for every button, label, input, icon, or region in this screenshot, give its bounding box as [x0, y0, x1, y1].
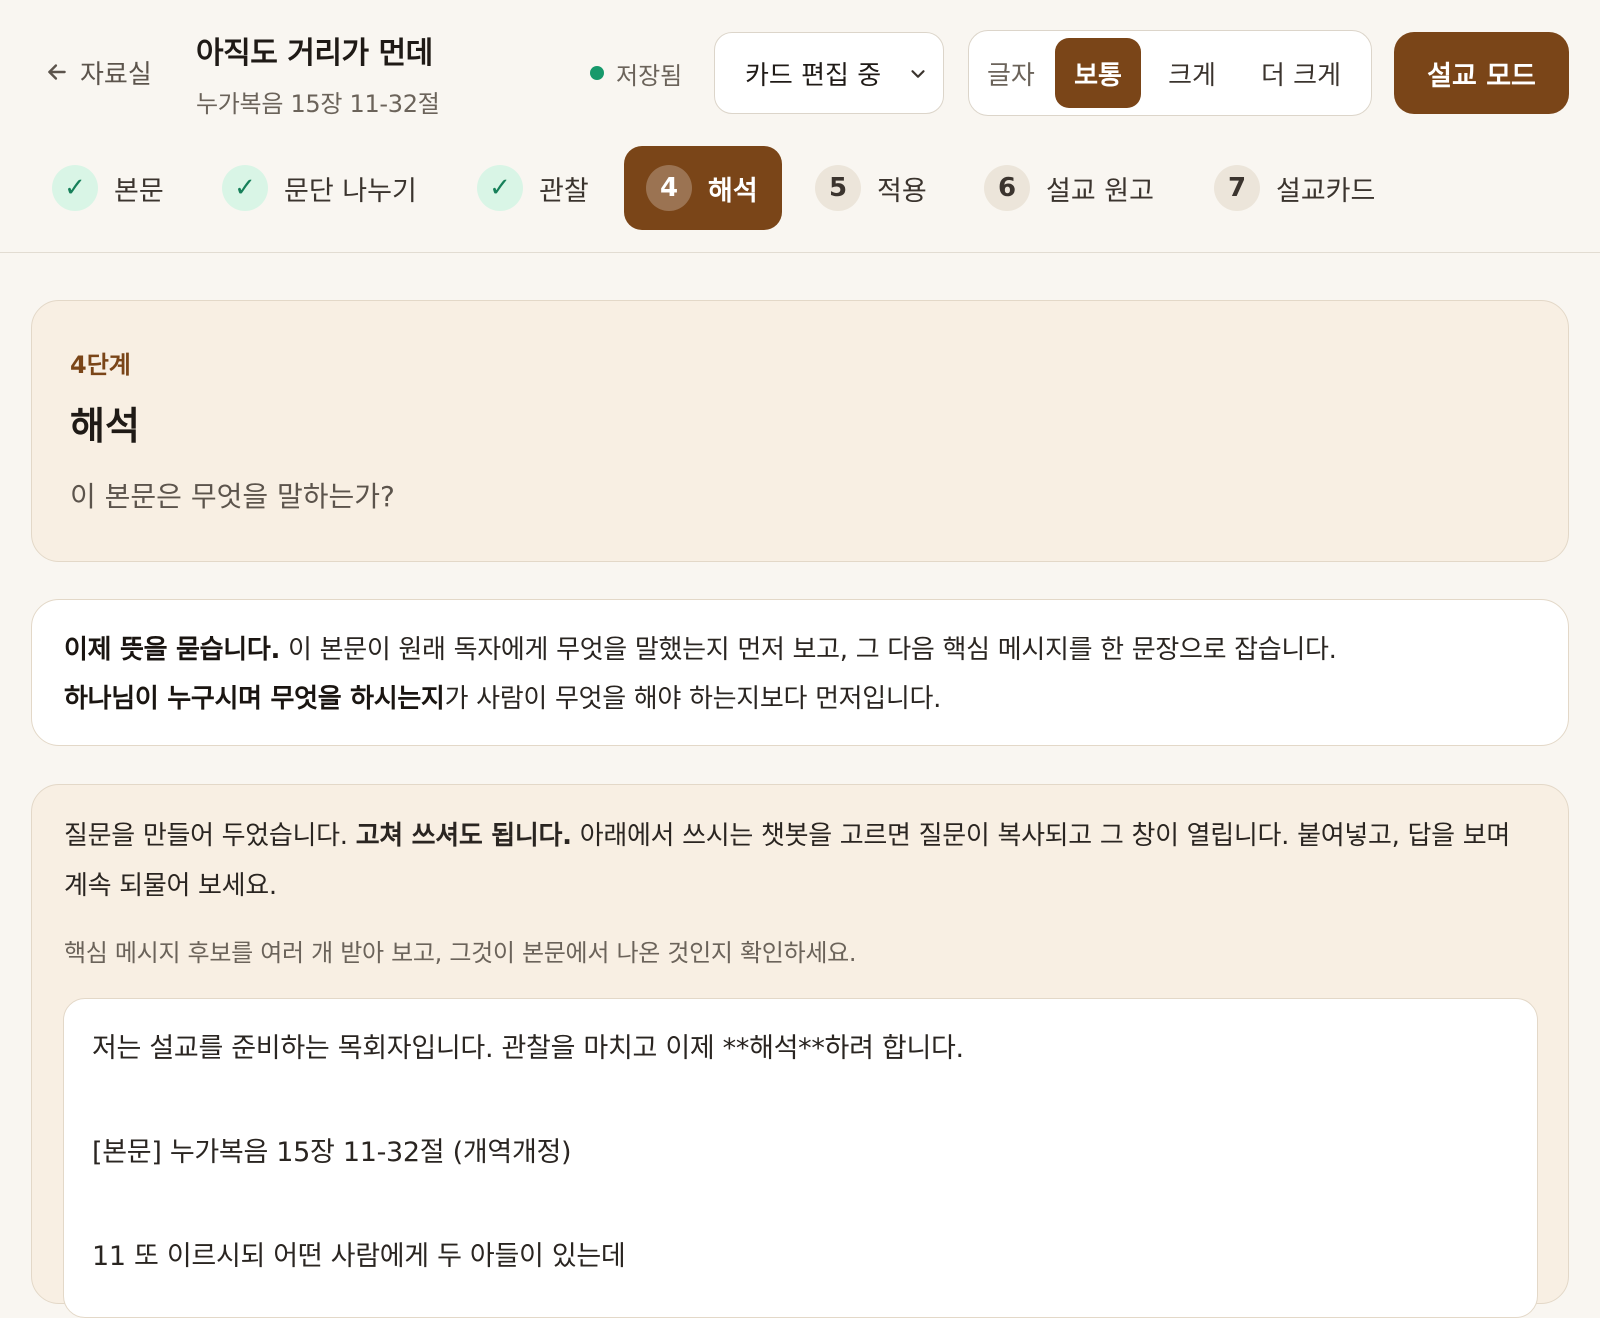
step-label: 해석	[708, 175, 758, 207]
saved-dot-icon	[590, 66, 604, 80]
page-title: 아직도 거리가 먼데	[196, 36, 433, 71]
step-label: 설교 원고	[1046, 175, 1154, 207]
prompt-card: 질문을 만들어 두었습니다. 고쳐 쓰셔도 됩니다. 아래에서 쓰시는 챗봇을 …	[31, 784, 1569, 1318]
scripture-reference: 누가복음 15장 11-32절	[196, 90, 440, 118]
check-icon: ✓	[222, 165, 268, 211]
prompt-hint: 핵심 메시지 후보를 여러 개 받아 보고, 그것이 본문에서 나온 것인지 확…	[64, 939, 857, 967]
font-size-large-button[interactable]: 크게	[1149, 38, 1235, 108]
prompt-bold-1: 고쳐 쓰셔도 됩니다.	[355, 821, 572, 851]
arrow-left-icon	[48, 64, 66, 80]
step-label: 관찰	[539, 175, 589, 207]
explanation-text-1: 이 본문이 원래 독자에게 무엇을 말했는지 먼저 보고, 그 다음 핵심 메시…	[280, 635, 1337, 665]
check-icon: ✓	[52, 165, 98, 211]
step-number: 4	[646, 165, 692, 211]
explanation-bold-2: 하나님이 누구시며 무엇을 하시는지	[64, 684, 445, 714]
back-label: 자료실	[80, 59, 152, 90]
font-size-normal-button[interactable]: 보통	[1055, 38, 1141, 108]
edit-mode-value: 카드 편집 중	[745, 60, 882, 91]
step-number: 6	[984, 165, 1030, 211]
explanation-card: 이제 뜻을 묻습니다. 이 본문이 원래 독자에게 무엇을 말했는지 먼저 보고…	[31, 599, 1569, 746]
step-sermon-manuscript[interactable]: 6 설교 원고	[984, 146, 1154, 230]
step-sermon-card[interactable]: 7 설교카드	[1214, 146, 1375, 230]
stage-question: 이 본문은 무엇을 말하는가?	[70, 480, 395, 513]
stage-intro-card: 4단계 해석 이 본문은 무엇을 말하는가?	[31, 300, 1569, 562]
explanation-text: 이제 뜻을 묻습니다. 이 본문이 원래 독자에게 무엇을 말했는지 먼저 보고…	[64, 626, 1536, 724]
back-to-library-link[interactable]: 자료실	[44, 52, 152, 92]
save-status: 저장됨	[590, 56, 682, 90]
document-title-block: 아직도 거리가 먼데 누가복음 15장 11-32절	[196, 28, 440, 119]
font-size-xlarge-button[interactable]: 더 크게	[1243, 38, 1359, 108]
step-application[interactable]: 5 적용	[815, 146, 927, 230]
stage-label: 4단계	[70, 351, 131, 379]
step-paragraph-division[interactable]: ✓ 문단 나누기	[222, 146, 417, 230]
prompt-text-1: 질문을 만들어 두었습니다.	[64, 821, 356, 851]
step-label: 본문	[114, 175, 164, 207]
stage-title: 해석	[70, 404, 140, 448]
step-navigation: ✓ 본문 ✓ 문단 나누기 ✓ 관찰 4 해석 5 적용 6 설교 원고 7 설…	[0, 146, 1600, 230]
font-size-label: 글자	[987, 61, 1035, 91]
step-observation[interactable]: ✓ 관찰	[477, 146, 589, 230]
prompt-textarea[interactable]: 저는 설교를 준비하는 목회자입니다. 관찰을 마치고 이제 **해석**하려 …	[63, 998, 1538, 1318]
save-status-label: 저장됨	[616, 61, 683, 90]
step-number: 5	[815, 165, 861, 211]
step-label: 문단 나누기	[284, 175, 417, 207]
prompt-instructions: 질문을 만들어 두었습니다. 고쳐 쓰셔도 됩니다. 아래에서 쓰시는 챗봇을 …	[64, 811, 1528, 911]
chevron-down-icon	[911, 70, 925, 78]
step-number: 7	[1214, 165, 1260, 211]
explanation-bold-1: 이제 뜻을 묻습니다.	[64, 635, 281, 665]
check-icon: ✓	[477, 165, 523, 211]
explanation-text-2: 가 사람이 무엇을 해야 하는지보다 먼저입니다.	[444, 684, 942, 714]
edit-mode-select[interactable]: 카드 편집 중	[714, 32, 944, 114]
step-label: 설교카드	[1276, 175, 1376, 207]
sermon-mode-button[interactable]: 설교 모드	[1394, 32, 1569, 114]
top-header: 자료실 아직도 거리가 먼데 누가복음 15장 11-32절 저장됨 카드 편집…	[0, 0, 1600, 253]
step-text[interactable]: ✓ 본문	[52, 146, 164, 230]
font-size-toggle: 글자 보통 크게 더 크게	[968, 30, 1372, 116]
step-label: 적용	[877, 175, 927, 207]
step-interpretation[interactable]: 4 해석	[624, 146, 782, 230]
